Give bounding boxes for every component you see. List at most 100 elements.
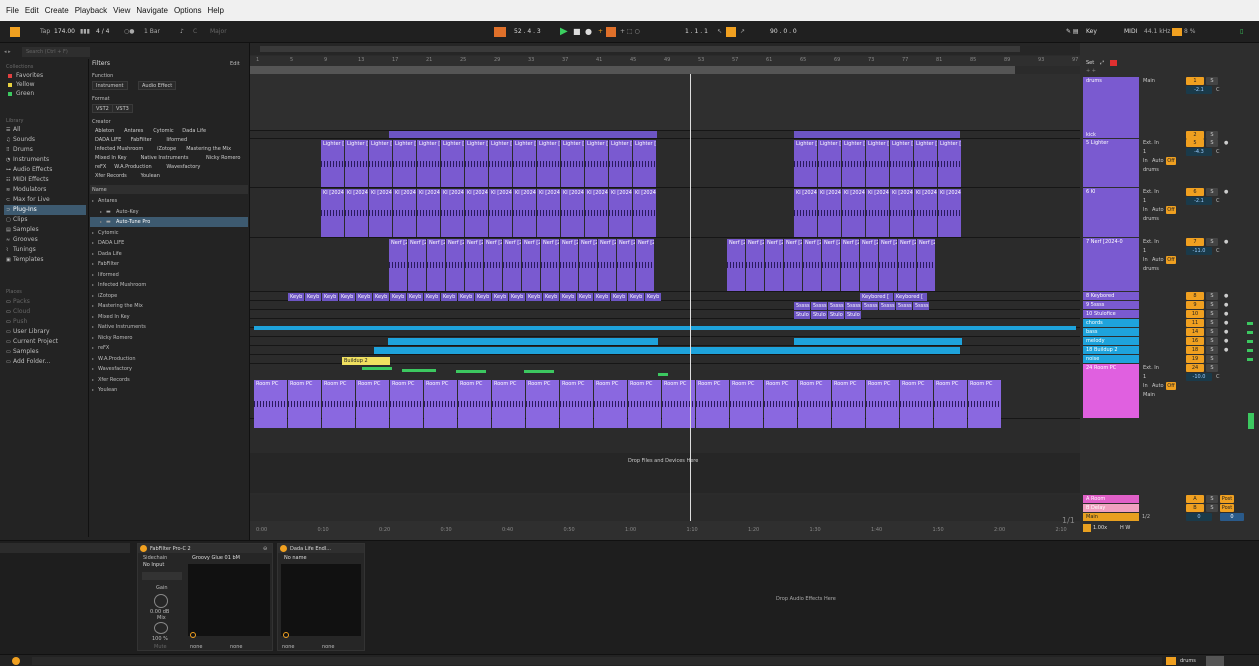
track-number-button[interactable]: 2 (1186, 131, 1204, 139)
tree-item[interactable]: W.A.Production (98, 355, 135, 363)
library-clips[interactable]: Clips (13, 216, 27, 224)
tree-item[interactable]: Mixed In Key (98, 313, 130, 321)
volume-field[interactable]: -2.1 (1186, 86, 1212, 94)
library-all[interactable]: All (13, 126, 20, 134)
plugin-window[interactable] (281, 564, 361, 636)
clip-nerf[interactable]: Nerf [2024- (465, 239, 483, 291)
clip-keybored[interactable]: Keyb (288, 293, 304, 301)
clip-keybored[interactable]: Keyb (373, 293, 389, 301)
tree-item[interactable]: Dada Life (98, 250, 122, 258)
clip-nerf[interactable]: Nerf [2024- (503, 239, 521, 291)
tree-item[interactable]: DADA LIFE (98, 239, 124, 247)
creator-chip[interactable]: Infected Mushroom (92, 145, 146, 154)
clip-nerf[interactable]: Nerf [2024- (898, 239, 916, 291)
clip-kl[interactable]: Kl [2024-06 (842, 189, 865, 237)
capture-icon[interactable]: + ⬚ ○ (620, 26, 640, 38)
tree-expand-icon[interactable]: ▸ (92, 271, 94, 279)
clip-noise[interactable] (456, 370, 486, 373)
clip-lighter[interactable]: Lighter [20 (633, 140, 656, 187)
gain-knob[interactable] (154, 594, 168, 608)
clip-bass[interactable] (794, 338, 962, 345)
tree-item[interactable]: Nicky Romero (98, 334, 132, 342)
output-select[interactable]: drums (1143, 215, 1159, 223)
loop-switch-icon[interactable] (726, 27, 736, 37)
library-grooves[interactable]: Grooves (13, 236, 38, 244)
input-type-select[interactable]: Ext. In (1143, 364, 1159, 372)
tree-item[interactable]: FabFilter (98, 260, 119, 268)
clip-noise[interactable] (658, 373, 668, 376)
clip-nerf[interactable]: Nerf [2024- (803, 239, 821, 291)
menu-navigate[interactable]: Navigate (136, 6, 168, 15)
clip-kl[interactable]: Kl [2024-06 (818, 189, 841, 237)
clip-lighter[interactable]: Lighter [20 (585, 140, 608, 187)
return-letter-button[interactable]: A (1186, 495, 1204, 503)
clip-kl[interactable]: Kl [2024-06 (321, 189, 344, 237)
clip-5ssss[interactable]: 5ssss (794, 302, 810, 310)
collection-favorites[interactable]: Favorites (16, 72, 43, 80)
clip-kl[interactable]: Kl [2024-06 (417, 189, 440, 237)
clip-keybored[interactable]: Keyb (390, 293, 406, 301)
clip-keybored[interactable]: Keyb (611, 293, 627, 301)
plugin-window[interactable] (188, 564, 270, 636)
creator-chip[interactable]: reFX (92, 163, 109, 172)
track-name[interactable]: 24 Room PC (1083, 364, 1139, 372)
track-name[interactable]: 10 Stulofice (1083, 310, 1139, 318)
clip-kl[interactable]: Kl [2024-06 (633, 189, 656, 237)
clip-kick[interactable] (794, 131, 960, 138)
solo-button[interactable]: S (1206, 292, 1218, 300)
time-ruler[interactable] (250, 521, 1080, 540)
place-add-folder-[interactable]: Add Folder... (13, 358, 50, 366)
tree-expand-icon[interactable]: ▸ (92, 239, 94, 247)
output-select[interactable]: Main (1143, 391, 1155, 399)
track-header[interactable] (1083, 77, 1139, 133)
menu-playback[interactable]: Playback (75, 6, 107, 15)
zoom-level[interactable]: 1.00x (1093, 524, 1107, 532)
tree-item[interactable]: Wavesfactory (98, 365, 132, 373)
clip-kl[interactable]: Kl [2024-06 (561, 189, 584, 237)
clip-lighter[interactable]: Lighter [20 (609, 140, 632, 187)
clip-room-pc[interactable]: Room PC (968, 380, 1001, 428)
macro-select-1[interactable]: none (190, 643, 202, 651)
sidechain-field[interactable] (142, 572, 182, 580)
hw-buttons[interactable]: H W (1120, 524, 1130, 532)
tree-expand-icon[interactable]: ▸ (92, 323, 94, 331)
clip-room-pc[interactable]: Room PC (832, 380, 865, 428)
clip-room-pc[interactable]: Room PC (390, 380, 423, 428)
clip-nerf[interactable]: Nerf [2024- (598, 239, 616, 291)
output-select[interactable]: drums (1143, 166, 1159, 174)
track-name[interactable]: 6 Kl (1083, 188, 1139, 196)
track-name[interactable]: noise (1083, 355, 1139, 363)
tree-expand-icon[interactable]: ▸ (92, 386, 94, 394)
clip-stulofice[interactable]: Stulo (811, 311, 827, 319)
clip-kl[interactable]: Kl [2024-06 (513, 189, 536, 237)
tempo-field[interactable]: 174.00 (54, 26, 75, 38)
clip-nerf[interactable]: Nerf [2024- (522, 239, 540, 291)
clip-keybored[interactable]: Keyb (305, 293, 321, 301)
clip-lighter[interactable]: Lighter [20 (441, 140, 464, 187)
monitor-off-button[interactable]: Off (1166, 382, 1176, 390)
clip-lighter[interactable]: Lighter [20 (513, 140, 536, 187)
solo-button[interactable]: S (1206, 337, 1218, 345)
clip-nerf[interactable]: Nerf [2024- (746, 239, 764, 291)
arm-icon[interactable]: ● (1224, 337, 1228, 345)
mixer-expand-icon[interactable]: ⤢ (1100, 59, 1104, 67)
quantize-select[interactable]: 1 Bar (144, 26, 160, 38)
collection-green[interactable]: Green (16, 90, 34, 98)
device-on-icon[interactable] (140, 545, 147, 552)
clip-nerf[interactable]: Nerf [2024- (636, 239, 654, 291)
creator-chip[interactable]: Youlean (138, 172, 163, 181)
clip-chords[interactable] (456, 326, 1076, 330)
clip-bass[interactable] (388, 338, 658, 345)
tree-item[interactable]: Infected Mushroom (98, 281, 146, 289)
loop-start[interactable]: 1 . 1 . 1 (685, 26, 708, 38)
tree-item[interactable]: Mastering the Mix (98, 302, 143, 310)
tree-expand-icon[interactable]: ▸ (92, 281, 94, 289)
tap-button[interactable]: Tap (40, 26, 50, 38)
clip-lighter[interactable]: Lighter [20 (321, 140, 344, 187)
clip-room-pc[interactable]: Room PC (764, 380, 797, 428)
format-chip[interactable]: VST3 (112, 104, 133, 113)
clip-kl[interactable]: Kl [2024-06 (465, 189, 488, 237)
main-volume[interactable]: 0 (1186, 513, 1212, 521)
monitor-in-button[interactable]: In (1143, 157, 1148, 165)
time-signature[interactable]: 4 / 4 (96, 26, 109, 38)
